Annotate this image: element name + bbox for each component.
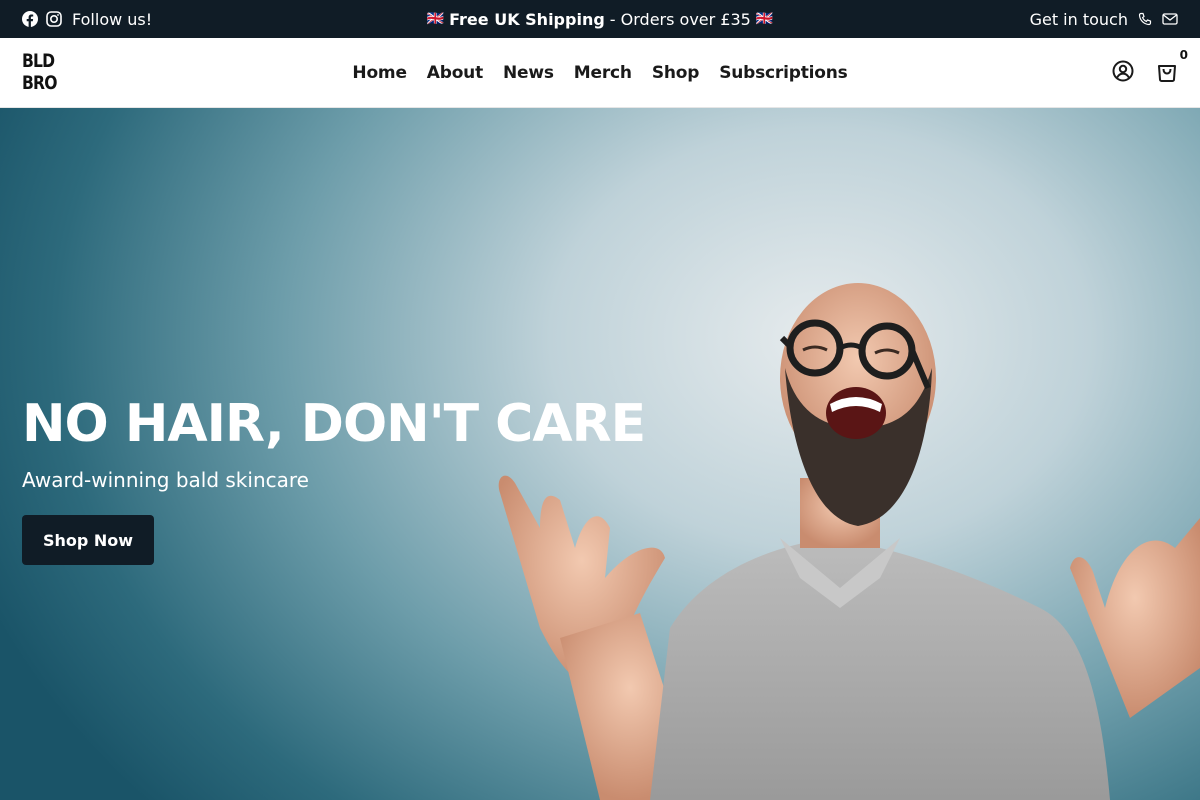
nav-shop[interactable]: Shop: [652, 63, 700, 83]
nav-subscriptions[interactable]: Subscriptions: [719, 63, 848, 83]
social-links: Follow us!: [22, 0, 152, 38]
phone-icon[interactable]: [1138, 12, 1152, 26]
bldbro-logo[interactable]: BLD BRO: [22, 50, 57, 96]
follow-us-label: Follow us!: [72, 9, 153, 29]
instagram-icon[interactable]: [46, 11, 62, 27]
uk-flag-icon: 🇬🇧: [755, 11, 774, 27]
announcement-bar: Follow us! 🇬🇧 Free UK Shipping - Orders …: [0, 0, 1200, 38]
account-icon[interactable]: [1112, 60, 1134, 86]
hero-image: [498, 283, 1200, 800]
logo-line-2: BRO: [22, 72, 57, 94]
nav-news[interactable]: News: [503, 63, 554, 83]
shipping-promo: 🇬🇧 Free UK Shipping - Orders over £35 🇬🇧: [0, 0, 1200, 38]
uk-flag-icon: 🇬🇧: [426, 11, 445, 27]
hero-subtitle: Award-winning bald skincare: [22, 468, 309, 492]
nav-merch[interactable]: Merch: [574, 63, 632, 83]
site-header: BLD BRO Home About News Merch Shop Subsc…: [0, 38, 1200, 108]
shop-now-button[interactable]: Shop Now: [22, 515, 154, 565]
mail-icon[interactable]: [1162, 12, 1178, 26]
hero-banner: NO HAIR, DON'T CARE Award-winning bald s…: [0, 108, 1200, 800]
promo-text: - Orders over £35: [609, 9, 751, 29]
cart-icon: [1156, 65, 1178, 86]
nav-about[interactable]: About: [427, 63, 483, 83]
contact-links: Get in touch: [1030, 0, 1178, 38]
promo-bold-text: Free UK Shipping: [449, 9, 605, 29]
nav-home[interactable]: Home: [352, 63, 407, 83]
get-in-touch-link[interactable]: Get in touch: [1030, 10, 1128, 29]
hero-title: NO HAIR, DON'T CARE: [22, 394, 646, 454]
main-nav: Home About News Merch Shop Subscriptions: [0, 38, 1200, 108]
cart-count-badge: 0: [1179, 48, 1188, 62]
logo-line-1: BLD: [22, 50, 55, 72]
cart-button[interactable]: 0: [1156, 48, 1188, 86]
facebook-icon[interactable]: [22, 11, 38, 27]
header-actions: 0: [1112, 38, 1188, 108]
